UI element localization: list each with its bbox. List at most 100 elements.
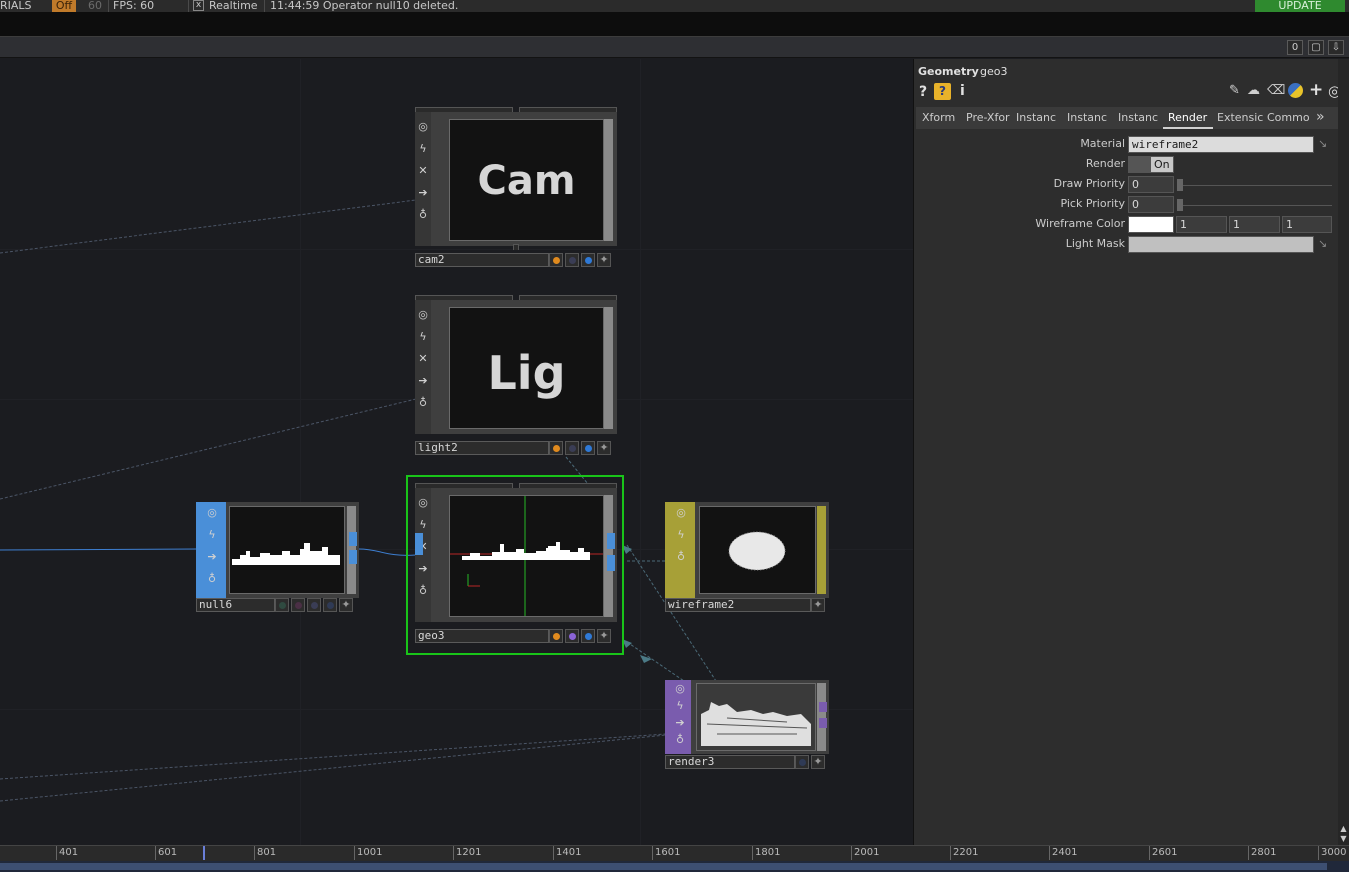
display-flag[interactable] <box>581 629 595 643</box>
node-cam2[interactable]: ◎ ϟ ✕ ➔ ♁ Cam cam2 ✦ <box>415 107 617 271</box>
display-flag[interactable] <box>581 253 595 267</box>
wireframe-color-b[interactable]: 1 <box>1282 216 1332 233</box>
close-icon[interactable]: ✕ <box>417 352 429 366</box>
display-flag[interactable] <box>581 441 595 455</box>
display-flag[interactable] <box>307 598 321 612</box>
lock-icon[interactable]: ϟ <box>417 518 429 532</box>
lock-icon[interactable]: ϟ <box>206 528 218 542</box>
eraser-icon[interactable]: ⌫ <box>1267 83 1285 98</box>
pin-icon[interactable]: ⇩ <box>1328 40 1344 55</box>
draw-priority-field[interactable]: 0 <box>1128 176 1174 193</box>
tab-instance-3[interactable]: Instanc <box>1118 111 1164 124</box>
pick-priority-slider[interactable] <box>1178 205 1332 206</box>
node-viewer[interactable] <box>699 506 816 594</box>
display-flag[interactable] <box>795 755 809 769</box>
pick-priority-field[interactable]: 0 <box>1128 196 1174 213</box>
node-geo3[interactable]: ◎ ϟ ✕ ➔ ♁ geo3 ✦ <box>406 475 624 655</box>
node-wireframe2[interactable]: ◎ ϟ ♁ wireframe2 ✦ <box>665 502 829 614</box>
draw-priority-slider[interactable] <box>1178 185 1332 186</box>
tab-instance-1[interactable]: Instanc <box>1016 111 1062 124</box>
node-null6[interactable]: ◎ ϟ ➔ ♁ null6 ✦ <box>196 502 359 614</box>
viewer-toggle-icon[interactable]: ♁ <box>206 572 218 586</box>
bypass-icon[interactable]: ◎ <box>206 506 218 520</box>
node-name[interactable]: geo3 <box>415 629 549 643</box>
plus-icon[interactable]: ✦ <box>339 598 353 612</box>
viewer-toggle-icon[interactable]: ♁ <box>674 733 686 747</box>
node-name[interactable]: null6 <box>196 598 275 612</box>
scroll-up-icon[interactable]: ▲ <box>1339 824 1348 834</box>
panel-scrollbar[interactable] <box>1338 59 1349 845</box>
material-field[interactable]: wireframe2 <box>1128 136 1314 153</box>
scroll-down-icon[interactable]: ▼ <box>1339 834 1348 844</box>
tab-render[interactable]: Render <box>1168 111 1212 124</box>
opt-toggle-badge[interactable]: Off <box>52 0 76 12</box>
arrow-right-icon[interactable]: ➔ <box>417 374 429 388</box>
render-flag[interactable] <box>549 441 563 455</box>
viewer-toggle-icon[interactable]: ♁ <box>417 208 429 222</box>
render-toggle-track[interactable] <box>1128 156 1150 173</box>
tab-instance-2[interactable]: Instanc <box>1067 111 1113 124</box>
close-icon[interactable]: ✕ <box>417 164 429 178</box>
panel-icon[interactable]: ▢ <box>1308 40 1324 55</box>
tutorials-link[interactable]: RIALS <box>0 0 32 12</box>
arrow-right-icon[interactable]: ➔ <box>417 562 429 576</box>
bypass-icon[interactable]: ◎ <box>675 506 687 520</box>
network-editor[interactable]: ◎ ϟ ✕ ➔ ♁ Cam cam2 ✦ ◎ ϟ ✕ ➔ ♁ Lig light… <box>0 59 913 845</box>
comment-icon[interactable]: ☁ <box>1247 83 1260 98</box>
playhead[interactable] <box>203 846 205 860</box>
node-viewer[interactable] <box>229 506 345 594</box>
drop-arrow-icon[interactable]: ↘ <box>1318 137 1327 150</box>
timeline[interactable]: 401 601 801 1001 1201 1401 1601 1801 200… <box>0 845 1349 872</box>
pick-flag[interactable] <box>565 441 579 455</box>
plus-icon[interactable]: ✦ <box>597 253 611 267</box>
wireframe-color-swatch[interactable] <box>1128 216 1174 233</box>
bypass-icon[interactable]: ◎ <box>674 682 686 696</box>
plus-icon[interactable]: ✦ <box>811 755 825 769</box>
viewer-toggle-icon[interactable]: ♁ <box>417 396 429 410</box>
tab-common[interactable]: Commo <box>1267 111 1313 124</box>
tab-pre-xform[interactable]: Pre-Xfor <box>966 111 1012 124</box>
pick-flag[interactable] <box>565 629 579 643</box>
render-toggle[interactable]: On <box>1150 156 1174 173</box>
bypass-icon[interactable]: ◎ <box>417 308 429 322</box>
viewer-toggle-icon[interactable]: ♁ <box>417 584 429 598</box>
pick-flag[interactable] <box>291 598 305 612</box>
bypass-icon[interactable]: ◎ <box>417 120 429 134</box>
node-name[interactable]: render3 <box>665 755 795 769</box>
node-viewer[interactable]: Lig <box>449 307 604 429</box>
lock-icon[interactable]: ϟ <box>674 699 686 713</box>
selection-count[interactable]: 0 <box>1287 40 1303 55</box>
arrow-right-icon[interactable]: ➔ <box>206 550 218 564</box>
lock-icon[interactable]: ϟ <box>675 528 687 542</box>
lock-icon[interactable]: ϟ <box>417 330 429 344</box>
node-name[interactable]: wireframe2 <box>665 598 811 612</box>
info-icon[interactable]: i <box>960 83 965 99</box>
light-mask-field[interactable] <box>1128 236 1314 253</box>
help-icon[interactable]: ? <box>919 84 927 100</box>
draw-priority-slider-handle[interactable] <box>1177 179 1183 191</box>
bypass-icon[interactable]: ◎ <box>417 496 429 510</box>
update-button[interactable]: UPDATE <box>1255 0 1345 12</box>
plus-icon[interactable]: ✦ <box>597 629 611 643</box>
python-icon[interactable] <box>1288 83 1303 98</box>
realtime-checkbox[interactable]: x <box>193 0 204 11</box>
tab-extensions[interactable]: Extensic <box>1217 111 1263 124</box>
node-viewer[interactable] <box>696 683 816 751</box>
render-flag[interactable] <box>549 629 563 643</box>
tab-xform[interactable]: Xform <box>922 111 966 124</box>
node-light2[interactable]: ◎ ϟ ✕ ➔ ♁ Lig light2 ✦ <box>415 295 617 459</box>
python-help-icon[interactable]: ? <box>934 83 951 100</box>
pick-priority-slider-handle[interactable] <box>1177 199 1183 211</box>
node-viewer[interactable]: Cam <box>449 119 604 241</box>
plus-icon[interactable]: ✦ <box>811 598 825 612</box>
node-name[interactable]: light2 <box>415 441 549 455</box>
plus-icon[interactable]: + <box>1309 80 1323 100</box>
arrow-right-icon[interactable]: ➔ <box>674 716 686 730</box>
more-tabs-icon[interactable]: » <box>1316 109 1325 125</box>
edit-pencil-icon[interactable]: ✎ <box>1229 83 1240 98</box>
render-flag[interactable] <box>549 253 563 267</box>
wireframe-color-r[interactable]: 1 <box>1176 216 1227 233</box>
op-name-field[interactable]: geo3 <box>980 65 1007 78</box>
drop-arrow-icon[interactable]: ↘ <box>1318 237 1327 250</box>
node-render3[interactable]: ◎ ϟ ➔ ♁ render3 ✦ <box>665 680 829 772</box>
